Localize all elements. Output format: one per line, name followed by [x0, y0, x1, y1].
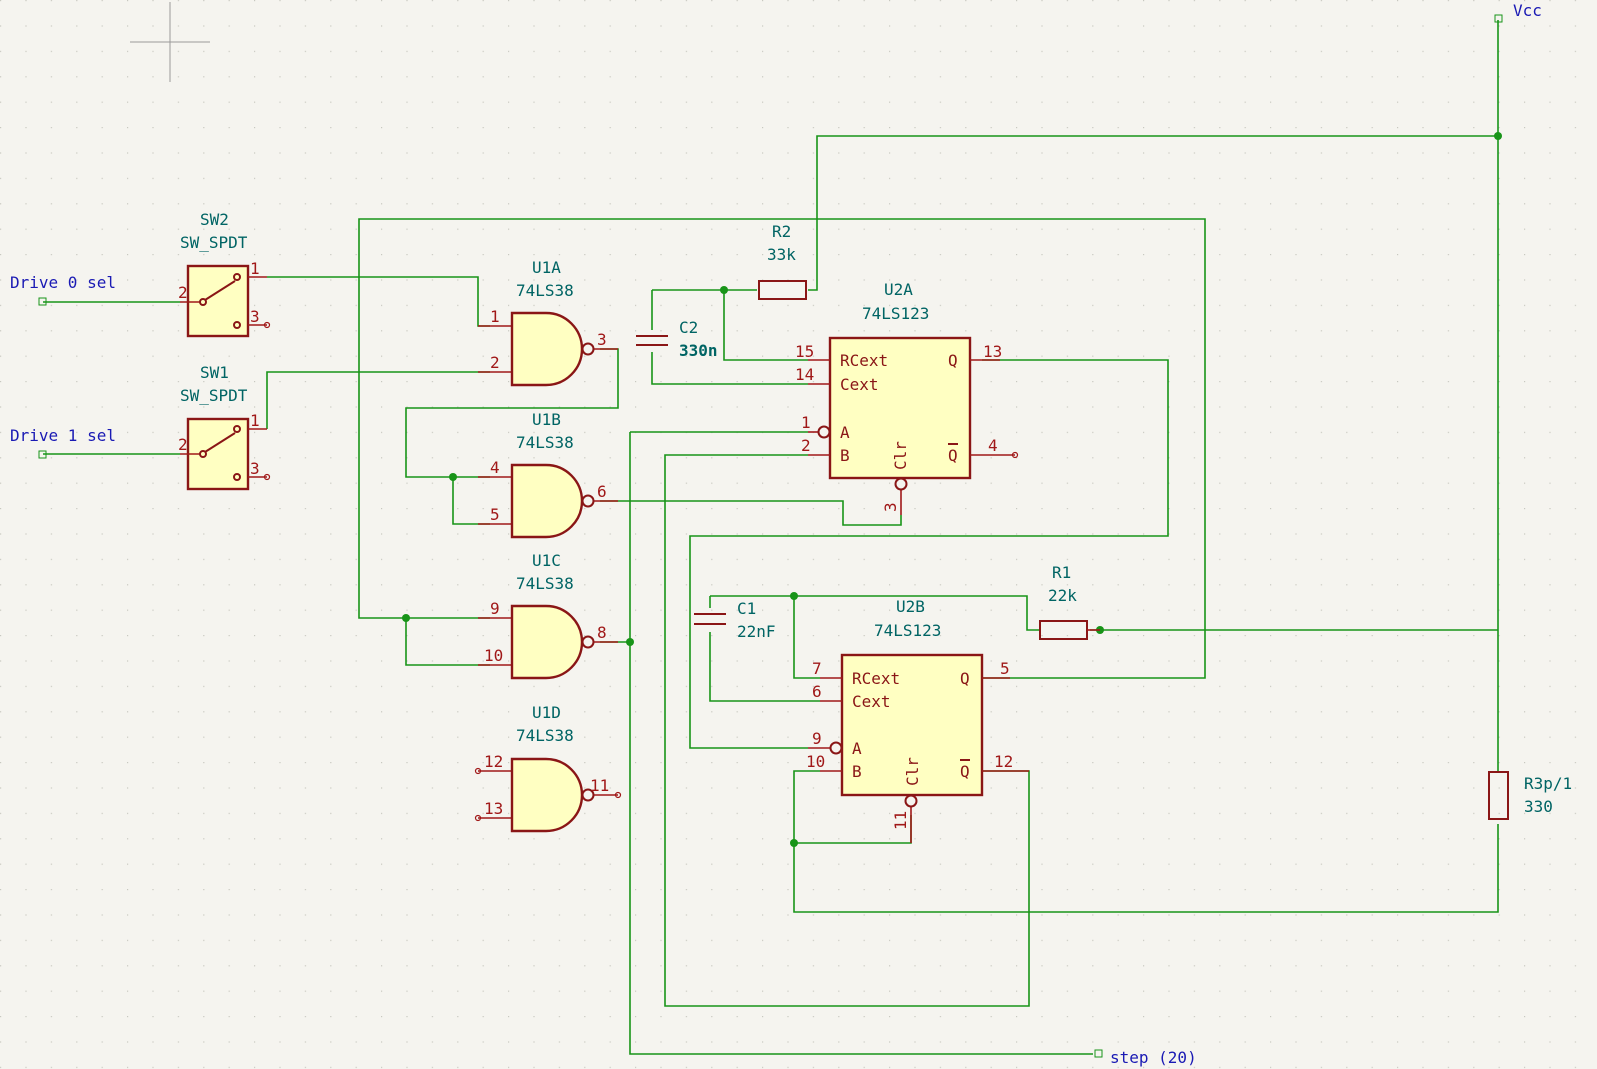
svg-text:4: 4	[988, 436, 998, 455]
u2b-ref: U2B	[896, 597, 925, 616]
svg-text:B: B	[852, 762, 862, 781]
svg-text:A: A	[852, 739, 862, 758]
junction-dot	[449, 473, 457, 481]
u1d-ref: U1D	[532, 703, 561, 722]
svg-text:11: 11	[590, 776, 609, 795]
svg-text:Cext: Cext	[852, 692, 891, 711]
svg-text:12: 12	[994, 752, 1013, 771]
step-label: step (20)	[1110, 1048, 1197, 1067]
svg-text:1: 1	[250, 259, 260, 278]
svg-text:1: 1	[250, 411, 260, 430]
c2-ref: C2	[679, 318, 698, 337]
u2a-ref: U2A	[884, 280, 913, 299]
schematic-sheet: Drive 0 sel Drive 1 sel Vcc step (20) SW…	[0, 0, 1597, 1069]
svg-text:Clr: Clr	[903, 757, 922, 786]
u1c-value: 74LS38	[516, 574, 574, 593]
svg-text:10: 10	[806, 752, 825, 771]
svg-text:1: 1	[490, 307, 500, 326]
svg-text:5: 5	[1000, 659, 1010, 678]
u1b-value: 74LS38	[516, 433, 574, 452]
vcc-label: Vcc	[1513, 1, 1542, 20]
svg-text:13: 13	[983, 342, 1002, 361]
svg-text:12: 12	[484, 752, 503, 771]
svg-text:9: 9	[812, 729, 822, 748]
r2-ref: R2	[772, 222, 791, 241]
svg-text:3: 3	[250, 307, 260, 326]
svg-text:2: 2	[178, 435, 188, 454]
u1b-ref: U1B	[532, 410, 561, 429]
svg-text:6: 6	[597, 482, 607, 501]
c2-value: 330n	[679, 341, 718, 360]
u2b-value: 74LS123	[874, 621, 941, 640]
sw2-ref: SW2	[200, 210, 229, 229]
u1a-ref: U1A	[532, 258, 561, 277]
svg-text:2: 2	[178, 283, 188, 302]
svg-text:8: 8	[597, 623, 607, 642]
u1d-body	[510, 757, 584, 833]
junction-dot	[402, 614, 410, 622]
r1-ref: R1	[1052, 563, 1071, 582]
svg-text:Q: Q	[948, 446, 958, 465]
svg-text:Q: Q	[960, 669, 970, 688]
junction-dot	[790, 839, 798, 847]
drive0-label: Drive 0 sel	[10, 273, 116, 292]
r3-ref: R3p/1	[1524, 774, 1572, 793]
svg-text:4: 4	[490, 458, 500, 477]
c1-ref: C1	[737, 599, 756, 618]
svg-text:3: 3	[597, 330, 607, 349]
svg-text:Cext: Cext	[840, 375, 879, 394]
svg-text:14: 14	[795, 365, 814, 384]
drive1-label: Drive 1 sel	[10, 426, 116, 445]
u1c-ref: U1C	[532, 551, 561, 570]
u1d-value: 74LS38	[516, 726, 574, 745]
u2a-value: 74LS123	[862, 304, 929, 323]
svg-text:2: 2	[801, 436, 811, 455]
svg-text:Q: Q	[948, 351, 958, 370]
sw1-value: SW_SPDT	[180, 386, 248, 405]
c1-value: 22nF	[737, 622, 776, 641]
r1-value: 22k	[1048, 586, 1077, 605]
svg-text:2: 2	[490, 353, 500, 372]
svg-text:A: A	[840, 423, 850, 442]
svg-text:Q: Q	[960, 762, 970, 781]
svg-text:11: 11	[891, 811, 910, 830]
svg-text:10: 10	[484, 646, 503, 665]
svg-text:13: 13	[484, 799, 503, 818]
junction-dot	[720, 286, 728, 294]
r3-value: 330	[1524, 797, 1553, 816]
svg-text:6: 6	[812, 682, 822, 701]
svg-text:1: 1	[801, 413, 811, 432]
junction-dot	[626, 638, 634, 646]
svg-text:9: 9	[490, 599, 500, 618]
svg-text:RCext: RCext	[840, 351, 888, 370]
u1a-value: 74LS38	[516, 281, 574, 300]
svg-text:5: 5	[490, 505, 500, 524]
svg-text:RCext: RCext	[852, 669, 900, 688]
svg-text:Clr: Clr	[891, 441, 910, 470]
svg-text:15: 15	[795, 342, 814, 361]
sw1-ref: SW1	[200, 363, 229, 382]
svg-text:7: 7	[812, 659, 822, 678]
sw2-value: SW_SPDT	[180, 233, 248, 252]
grid-background	[0, 0, 1597, 1069]
u1a-body	[510, 311, 584, 387]
svg-text:3: 3	[250, 459, 260, 478]
u1b-body	[510, 463, 584, 539]
junction-dot	[1494, 132, 1502, 140]
r2-value: 33k	[767, 245, 796, 264]
svg-text:B: B	[840, 446, 850, 465]
u1c-body	[510, 604, 584, 680]
svg-text:3: 3	[881, 502, 900, 512]
junction-dot	[790, 592, 798, 600]
